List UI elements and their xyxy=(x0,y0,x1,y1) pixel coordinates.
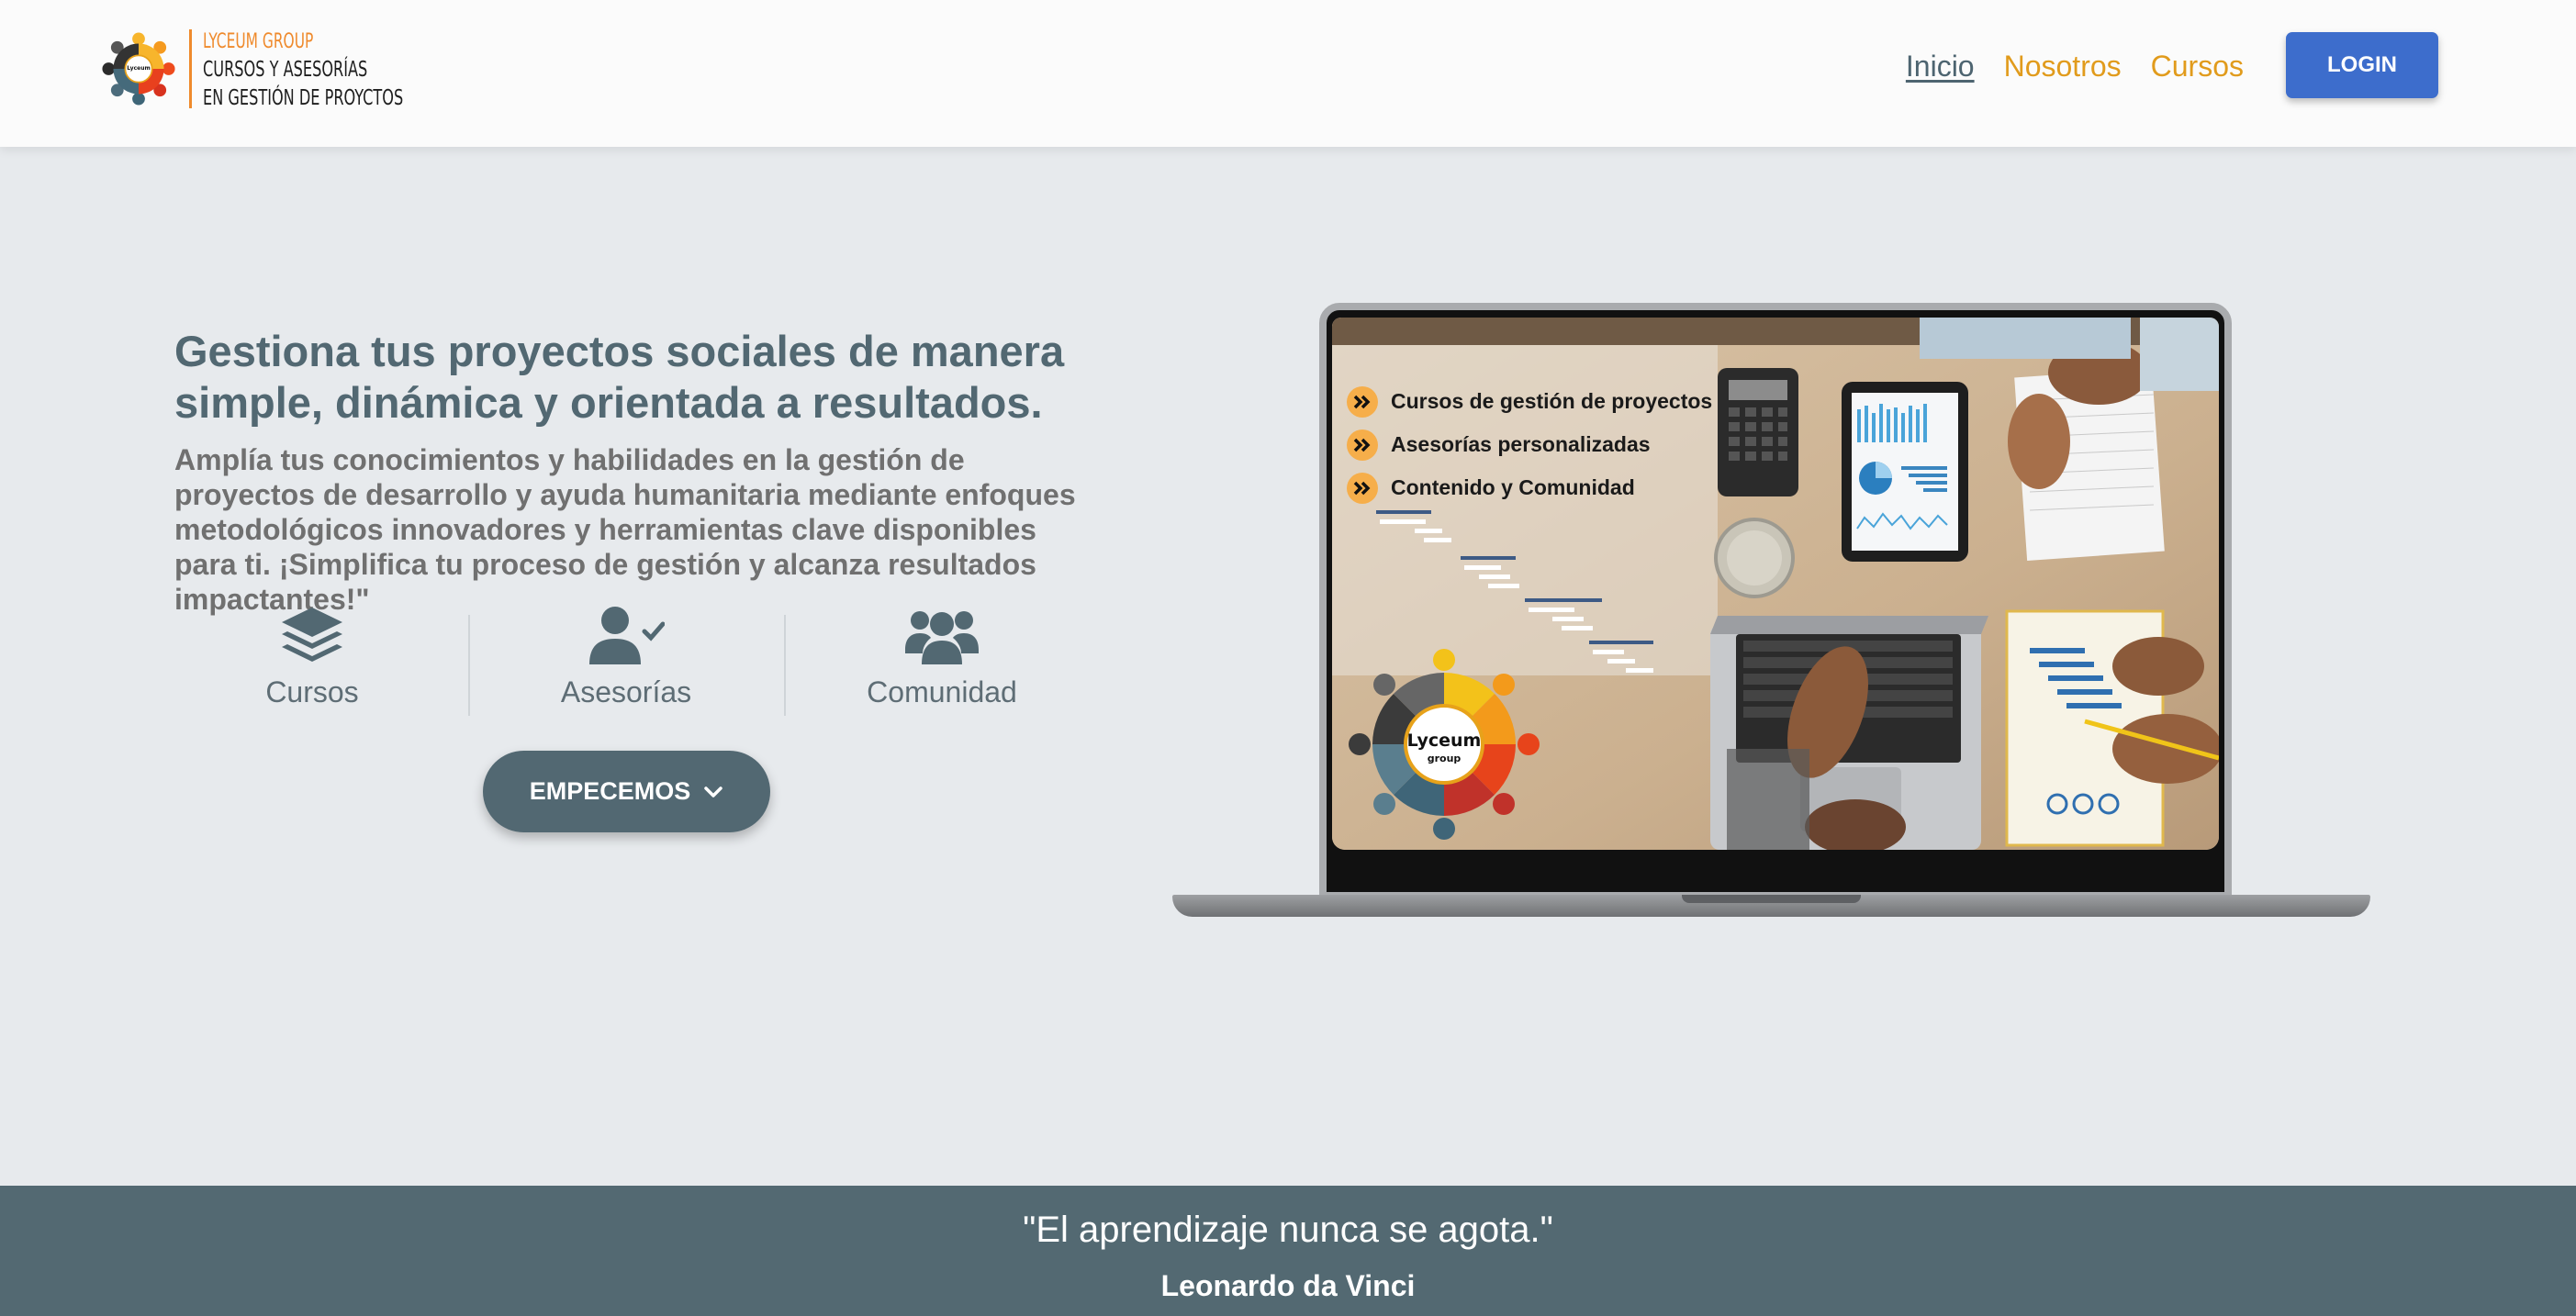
hero-description: Amplía tus conocimientos y habilidades e… xyxy=(174,443,1076,616)
screen-offer-item: Asesorías personalizadas xyxy=(1347,423,1712,466)
empecemos-button[interactable]: EMPECEMOS xyxy=(483,751,770,832)
quote-text: "El aprendizaje nunca se agota." xyxy=(1023,1210,1553,1250)
double-chevron-icon xyxy=(1347,429,1378,461)
feature-label-cursos: Cursos xyxy=(265,675,359,708)
quote-banner: "El aprendizaje nunca se agota." Leonard… xyxy=(0,1186,2576,1316)
feature-asesorias[interactable]: Asesorías xyxy=(488,606,764,709)
svg-text:Lyceum: Lyceum xyxy=(127,65,151,72)
feature-comunidad[interactable]: Comunidad xyxy=(804,606,1080,709)
logo-divider xyxy=(189,29,192,108)
nav-link-nosotros[interactable]: Nosotros xyxy=(2004,50,2122,84)
logo-gear-emblem: Lyceum xyxy=(102,32,175,106)
nav-link-inicio[interactable]: Inicio xyxy=(1906,50,1975,84)
emblem-title: Lyceum xyxy=(1407,730,1482,751)
logo-text: LYCEUM GROUP CURSOS Y ASESORÍAS EN GESTI… xyxy=(203,28,460,113)
feature-label-asesorias: Asesorías xyxy=(560,675,692,708)
feature-list: Cursos Asesorías Comunidad xyxy=(174,606,1092,725)
screen-offer-label: Contenido y Comunidad xyxy=(1391,475,1635,499)
screen-offer-label: Cursos de gestión de proyectos xyxy=(1391,389,1713,413)
emblem-subtitle: group xyxy=(1428,753,1462,764)
user-check-icon xyxy=(589,607,665,664)
screen-offer-label: Asesorías personalizadas xyxy=(1391,432,1651,456)
empecemos-label: EMPECEMOS xyxy=(529,777,691,805)
laptop-notch xyxy=(1682,895,1861,903)
login-button[interactable]: LOGIN xyxy=(2286,32,2438,98)
double-chevron-icon xyxy=(1347,385,1378,418)
site-header: Lyceum LYCEUM GROUP CURSOS Y ASESORÍAS E… xyxy=(0,0,2576,147)
screen-offer-item: Contenido y Comunidad xyxy=(1347,466,1712,509)
logo-tagline-2: EN GESTIÓN DE PROYCTOS xyxy=(203,86,404,110)
logo-brand-name: LYCEUM GROUP xyxy=(203,30,314,53)
logo-tagline-1: CURSOS Y ASESORÍAS xyxy=(203,58,368,82)
double-chevron-icon xyxy=(1347,472,1378,504)
screen-offer-list: Cursos de gestión de proyectos Asesorías… xyxy=(1347,380,1712,509)
brand-logo[interactable]: Lyceum LYCEUM GROUP CURSOS Y ASESORÍAS E… xyxy=(99,28,407,112)
quote-author: Leonardo da Vinci xyxy=(1160,1269,1416,1302)
main-nav: Inicio Nosotros Cursos xyxy=(1906,50,2244,84)
hero-title: Gestiona tus proyectos sociales de maner… xyxy=(174,327,1065,427)
laptop-screen: Lyceum group Cursos de gestión de proyec… xyxy=(1332,318,2219,850)
users-icon xyxy=(905,611,979,664)
feature-cursos[interactable]: Cursos xyxy=(174,606,450,709)
feature-divider xyxy=(784,615,786,716)
chevron-down-icon xyxy=(704,786,723,797)
laptop-mockup: Lyceum group Cursos de gestión de proyec… xyxy=(1172,303,2370,927)
feature-label-comunidad: Comunidad xyxy=(867,675,1017,708)
nav-link-cursos[interactable]: Cursos xyxy=(2151,50,2244,84)
layers-icon xyxy=(282,608,342,662)
feature-divider xyxy=(468,615,470,716)
screen-offer-item: Cursos de gestión de proyectos xyxy=(1347,380,1712,423)
